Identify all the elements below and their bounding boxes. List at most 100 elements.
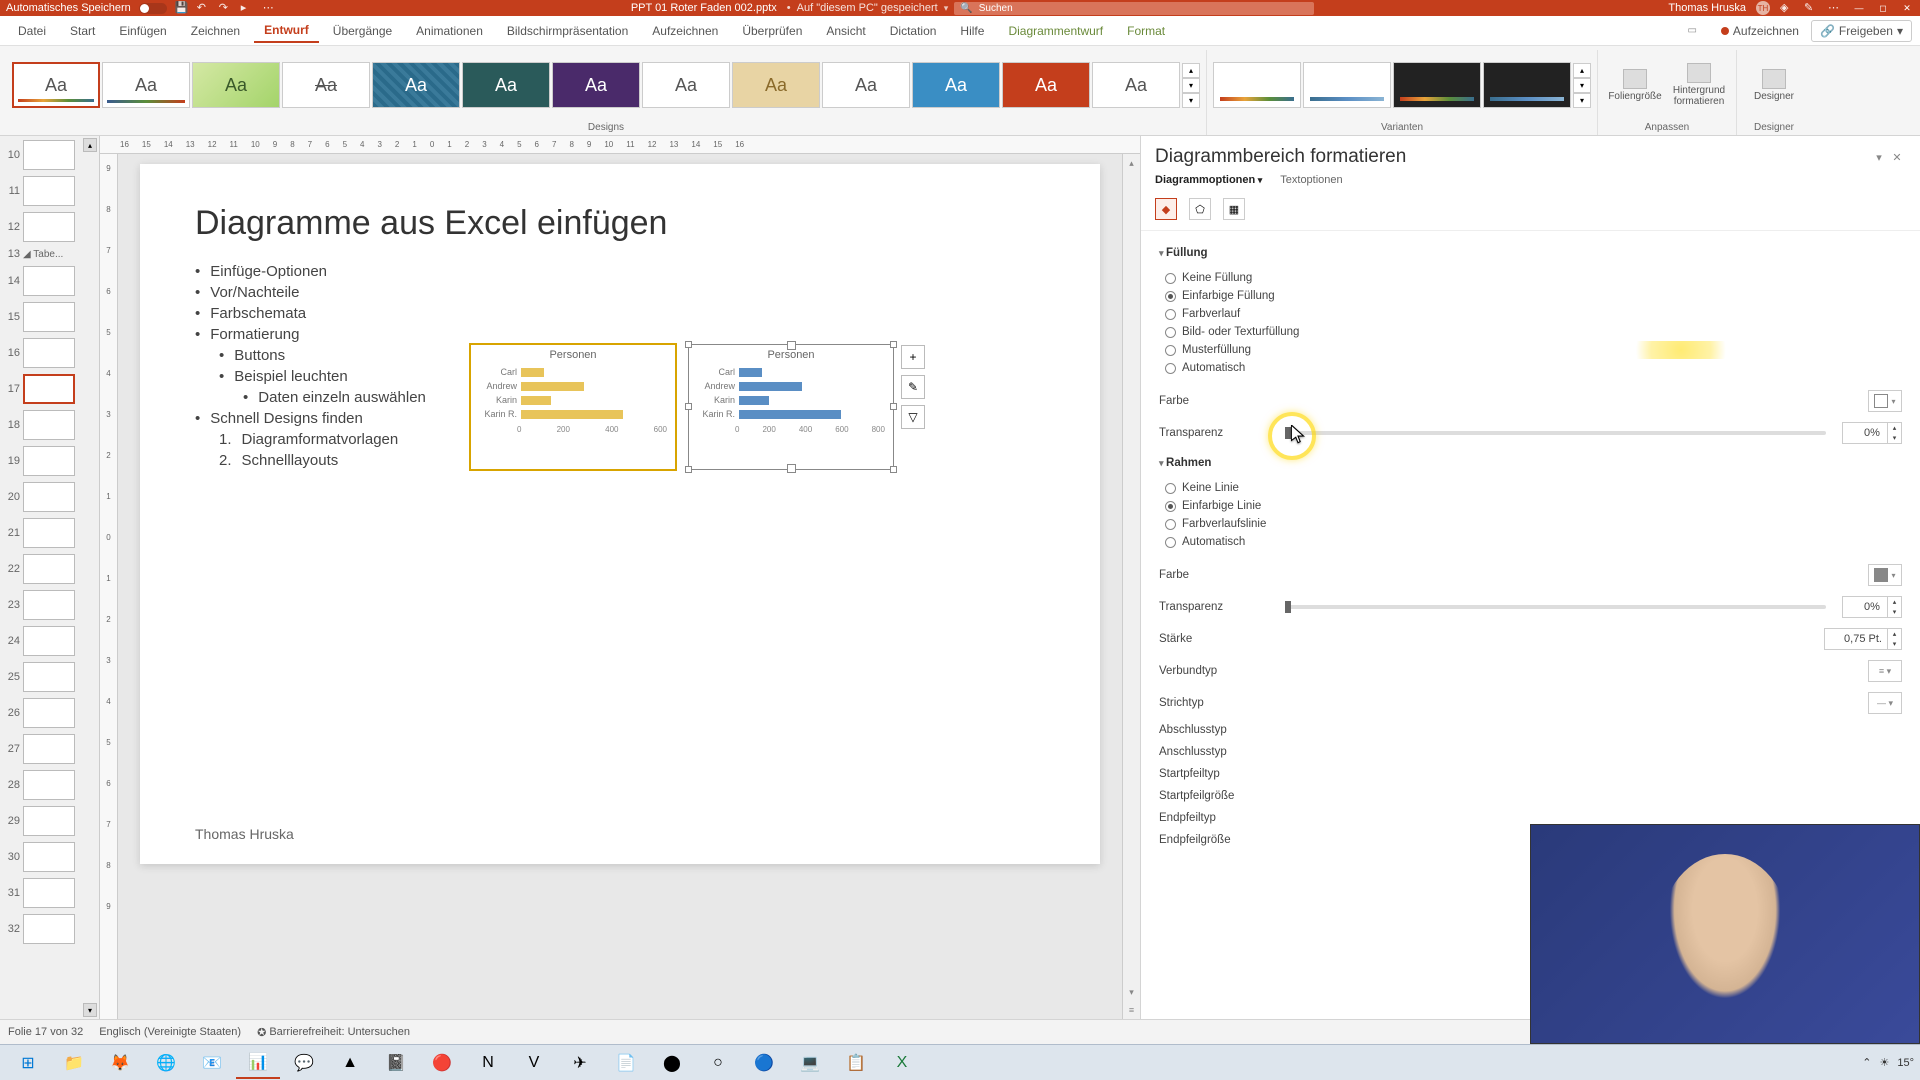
taskbar-app[interactable]: ▲ <box>328 1047 372 1079</box>
tab-bildschirm[interactable]: Bildschirmpräsentation <box>497 20 638 42</box>
chart-1[interactable]: Personen CarlAndrewKarinKarin R. 0200400… <box>470 344 676 470</box>
fill-none-radio[interactable]: Keine Füllung <box>1165 269 1902 287</box>
compound-type-dropdown[interactable]: ≡ ▾ <box>1868 660 1902 682</box>
autosave-toggle[interactable] <box>139 3 167 14</box>
accessibility-check[interactable]: ✪ Barrierefreiheit: Untersuchen <box>257 1026 410 1039</box>
taskbar-obs[interactable]: ⬤ <box>650 1047 694 1079</box>
taskbar-powerpoint[interactable]: 📊 <box>236 1047 280 1079</box>
slide-thumbnail[interactable]: 31 <box>2 878 97 908</box>
slide-thumbnail[interactable]: 17 <box>2 374 97 404</box>
redo-icon[interactable]: ↷ <box>219 1 233 15</box>
tab-dictation[interactable]: Dictation <box>880 20 947 42</box>
tab-zeichnen[interactable]: Zeichnen <box>181 20 250 42</box>
taskbar-excel[interactable]: X <box>880 1047 924 1079</box>
theme-thumb-13[interactable]: Aa <box>1092 62 1180 108</box>
effects-icon[interactable]: ⬠ <box>1189 198 1211 220</box>
designer-button[interactable]: Designer <box>1743 69 1805 102</box>
diagram-options-tab[interactable]: Diagrammoptionen <box>1155 174 1262 186</box>
format-background-button[interactable]: Hintergrund formatieren <box>1668 63 1730 107</box>
search-box[interactable]: 🔍 Suchen <box>954 2 1314 15</box>
more-icon[interactable]: ⋯ <box>263 1 277 15</box>
canvas-scrollbar[interactable]: ▴▾≡ <box>1122 154 1140 1019</box>
slide-thumbnail[interactable]: 29 <box>2 806 97 836</box>
theme-thumb-10[interactable]: Aa <box>822 62 910 108</box>
slide-thumbnail[interactable]: 20 <box>2 482 97 512</box>
tab-start[interactable]: Start <box>60 20 105 42</box>
undo-icon[interactable]: ↶ <box>197 1 211 15</box>
border-color-button[interactable] <box>1868 564 1902 586</box>
fill-solid-radio[interactable]: Einfarbige Füllung <box>1165 287 1902 305</box>
theme-gallery-up[interactable]: ▴ <box>1182 63 1200 78</box>
taskbar-chrome[interactable]: 🌐 <box>144 1047 188 1079</box>
theme-thumb-11[interactable]: Aa <box>912 62 1000 108</box>
taskbar-firefox[interactable]: 🦊 <box>98 1047 142 1079</box>
theme-thumb-7[interactable]: Aa <box>552 62 640 108</box>
theme-gallery-down[interactable]: ▾ <box>1182 78 1200 93</box>
taskbar-explorer[interactable]: 📁 <box>52 1047 96 1079</box>
variant-gallery-up[interactable]: ▴ <box>1573 63 1591 78</box>
slide-thumbnail[interactable]: 26 <box>2 698 97 728</box>
tab-uebergaenge[interactable]: Übergänge <box>323 20 402 42</box>
start-button[interactable]: ⊞ <box>6 1047 50 1079</box>
taskbar-outlook[interactable]: 📧 <box>190 1047 234 1079</box>
slide-thumbnail[interactable]: 22 <box>2 554 97 584</box>
theme-gallery-more[interactable]: ▾ <box>1182 93 1200 108</box>
slide-thumbnail[interactable]: 13◢ Tabe... <box>2 248 97 260</box>
variant-2[interactable] <box>1303 62 1391 108</box>
theme-thumb-5[interactable]: Aa <box>372 62 460 108</box>
theme-thumb-3[interactable]: Aa <box>192 62 280 108</box>
slide-thumbnail[interactable]: 27 <box>2 734 97 764</box>
text-options-tab[interactable]: Textoptionen <box>1280 174 1342 186</box>
theme-thumb-9[interactable]: Aa <box>732 62 820 108</box>
fill-transparency-value[interactable]: 0%▴▾ <box>1842 422 1902 444</box>
theme-thumb-2[interactable]: Aa <box>102 62 190 108</box>
maximize-button[interactable]: ◻ <box>1876 2 1890 14</box>
tab-entwurf[interactable]: Entwurf <box>254 19 319 43</box>
border-section[interactable]: Rahmen <box>1159 457 1902 469</box>
border-none-radio[interactable]: Keine Linie <box>1165 479 1902 497</box>
variant-4[interactable] <box>1483 62 1571 108</box>
diamond-icon[interactable]: ◈ <box>1780 1 1794 15</box>
size-properties-icon[interactable]: ▦ <box>1223 198 1245 220</box>
slide-thumbnail[interactable]: 19 <box>2 446 97 476</box>
slide-size-button[interactable]: Foliengröße <box>1604 69 1666 102</box>
taskbar-visio[interactable]: V <box>512 1047 556 1079</box>
fill-pattern-radio[interactable]: Musterfüllung <box>1165 341 1902 359</box>
slide-thumbnail[interactable]: 11 <box>2 176 97 206</box>
tab-format[interactable]: Format <box>1117 20 1175 42</box>
theme-thumb-1[interactable]: Aa <box>12 62 100 108</box>
slide-thumbnail[interactable]: 12 <box>2 212 97 242</box>
close-button[interactable]: ✕ <box>1900 2 1914 14</box>
pencil-icon[interactable]: ✎ <box>1804 1 1818 15</box>
format-pane-close[interactable]: ✕ <box>1888 148 1906 166</box>
border-transparency-value[interactable]: 0%▴▾ <box>1842 596 1902 618</box>
chart-styles-button[interactable]: ✎ <box>901 375 925 399</box>
present-icon[interactable]: ▸ <box>241 1 255 15</box>
theme-thumb-12[interactable]: Aa <box>1002 62 1090 108</box>
taskbar-app[interactable]: 🔴 <box>420 1047 464 1079</box>
tray-chevron-icon[interactable]: ⌃ <box>1862 1056 1871 1069</box>
theme-thumb-6[interactable]: Aa <box>462 62 550 108</box>
slide-thumbnail[interactable]: 16 <box>2 338 97 368</box>
record-button[interactable]: Aufzeichnen <box>1713 21 1807 41</box>
taskbar-telegram[interactable]: ✈ <box>558 1047 602 1079</box>
border-transparency-slider[interactable] <box>1285 605 1826 609</box>
tab-animationen[interactable]: Animationen <box>406 20 493 42</box>
slide-thumbnail[interactable]: 21 <box>2 518 97 548</box>
fill-picture-radio[interactable]: Bild- oder Texturfüllung <box>1165 323 1902 341</box>
slide-thumbnail[interactable]: 28 <box>2 770 97 800</box>
taskbar-app[interactable]: 📋 <box>834 1047 878 1079</box>
taskbar-app[interactable]: ○ <box>696 1047 740 1079</box>
fill-color-button[interactable] <box>1868 390 1902 412</box>
tab-hilfe[interactable]: Hilfe <box>950 20 994 42</box>
slide-thumbnail[interactable]: 25 <box>2 662 97 692</box>
border-width-value[interactable]: 0,75 Pt.▴▾ <box>1824 628 1902 650</box>
taskbar-app[interactable]: 📄 <box>604 1047 648 1079</box>
fill-gradient-radio[interactable]: Farbverlauf <box>1165 305 1902 323</box>
tab-datei[interactable]: Datei <box>8 20 56 42</box>
border-solid-radio[interactable]: Einfarbige Linie <box>1165 497 1902 515</box>
chart-elements-button[interactable]: + <box>901 345 925 369</box>
variant-1[interactable] <box>1213 62 1301 108</box>
tab-ueberpruefen[interactable]: Überprüfen <box>732 20 812 42</box>
theme-thumb-4[interactable]: Aa <box>282 62 370 108</box>
